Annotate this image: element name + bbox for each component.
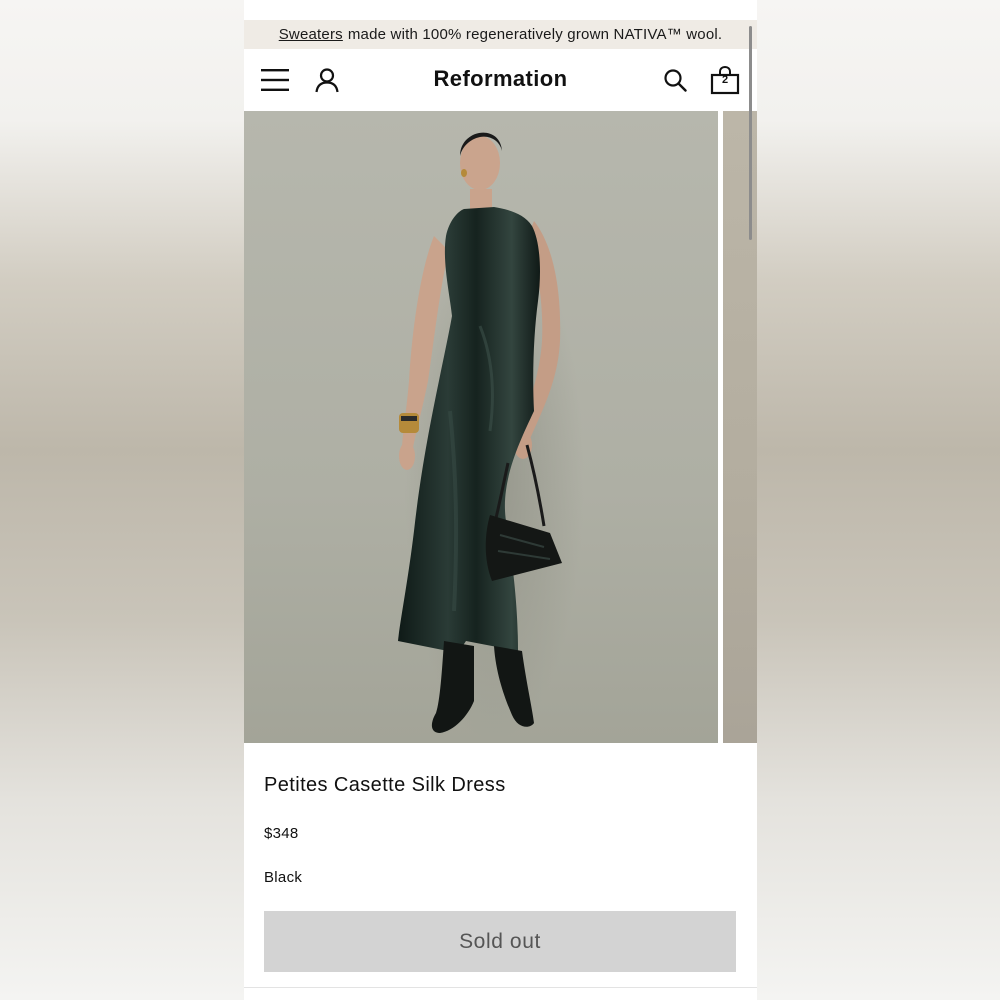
status-strip: [244, 0, 757, 20]
site-header: Reformation 2: [244, 49, 757, 111]
search-icon: [664, 69, 687, 92]
account-icon: [315, 68, 339, 93]
cart-button[interactable]: 2: [707, 62, 743, 98]
product-image-carousel[interactable]: [244, 111, 757, 743]
product-details: Petites Casette Silk Dress $348 Black So…: [244, 743, 757, 1000]
model-in-black-silk-dress-image: [244, 111, 718, 743]
product-photo[interactable]: [244, 111, 718, 743]
promo-text: made with 100% regeneratively grown NATI…: [347, 26, 723, 43]
product-price: $348: [264, 825, 299, 842]
product-color: Black: [264, 869, 303, 886]
sold-out-button[interactable]: Sold out: [264, 911, 736, 972]
menu-button[interactable]: [258, 63, 292, 97]
cart-count-badge: 2: [721, 74, 729, 86]
promo-sweaters-link[interactable]: Sweaters: [279, 26, 343, 43]
divider: [244, 987, 757, 988]
mobile-page: Sweaters made with 100% regeneratively g…: [244, 0, 757, 1000]
scrollbar[interactable]: [749, 26, 752, 240]
search-button[interactable]: [658, 63, 692, 97]
product-name: Petites Casette Silk Dress: [264, 774, 506, 796]
promo-banner: Sweaters made with 100% regeneratively g…: [244, 20, 757, 49]
menu-icon: [261, 69, 289, 91]
account-button[interactable]: [310, 63, 344, 97]
